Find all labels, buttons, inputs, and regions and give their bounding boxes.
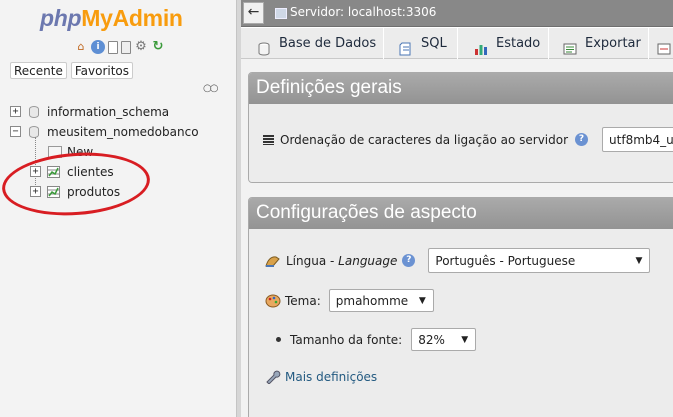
- more-settings-row: Mais definições: [265, 370, 377, 385]
- database-icon: [29, 106, 39, 118]
- nav-tabs: Recente Favoritos: [10, 62, 134, 79]
- help-icon[interactable]: ?: [402, 254, 416, 267]
- wrench-icon: [265, 370, 281, 385]
- language-label: Língua: [286, 253, 327, 268]
- tree-item-information-schema[interactable]: + information_schema: [8, 102, 236, 122]
- tab-label: Exportar: [585, 36, 641, 51]
- server-breadcrumb[interactable]: Servidor: localhost:3306: [290, 5, 436, 19]
- language-select[interactable]: Português - Portuguese ▼: [428, 248, 651, 273]
- tree-item-clientes[interactable]: + clientes: [8, 162, 236, 182]
- tab-label: Estado: [496, 36, 541, 51]
- panel-title: Definições gerais: [249, 73, 673, 104]
- main-content: Definições gerais Ordenação de caractere…: [241, 59, 673, 417]
- appearance-settings-panel: Configurações de aspecto Língua - Langua…: [248, 197, 673, 417]
- collation-select[interactable]: utf8mb4_u: [602, 127, 673, 152]
- font-size-row: Tamanho da fonte: 82% ▼: [273, 328, 477, 351]
- sql-icon: [399, 37, 413, 55]
- language-row: Língua - Language ? Português - Portugue…: [265, 248, 651, 273]
- language-icon: [265, 254, 281, 268]
- collapse-nav-button[interactable]: ←: [243, 2, 264, 24]
- panel-title: Configurações de aspecto: [249, 198, 673, 229]
- tree-item-label[interactable]: meusitem_nomedobanco: [47, 122, 199, 142]
- link-chain-icon[interactable]: ○○: [203, 83, 219, 94]
- tree-item-meusitem-nomedobanco[interactable]: − meusitem_nomedobanco: [8, 122, 236, 142]
- nav-icon-bar: ⌂ i ⚙ ↻: [74, 40, 165, 54]
- more-settings-link[interactable]: Mais definições: [285, 370, 377, 384]
- font-size-label: Tamanho da fonte:: [290, 332, 403, 347]
- settings-gear-icon[interactable]: ⚙: [134, 40, 148, 54]
- table-icon: [47, 186, 60, 198]
- main-menu: Base de Dados SQL Estado Exportar: [241, 28, 673, 59]
- reload-icon[interactable]: ↻: [151, 40, 165, 54]
- status-chart-icon: [474, 37, 488, 55]
- list-icon: [263, 134, 274, 145]
- expand-plus-icon[interactable]: +: [30, 186, 41, 197]
- tab-more[interactable]: [649, 28, 673, 59]
- info-icon[interactable]: i: [91, 40, 105, 54]
- database-icon: [29, 126, 39, 138]
- tab-sql[interactable]: SQL: [384, 28, 458, 59]
- table-icon: [47, 166, 60, 178]
- home-icon[interactable]: ⌂: [74, 40, 88, 54]
- bullet: [276, 337, 281, 342]
- tab-favorites[interactable]: Favoritos: [70, 62, 134, 79]
- tree-item-label[interactable]: produtos: [67, 182, 120, 202]
- database-tree: + information_schema − meusitem_nomedoba…: [8, 102, 236, 202]
- sql-docs-icon[interactable]: [121, 40, 131, 54]
- tree-item-label[interactable]: New: [67, 142, 93, 162]
- tab-label: SQL: [421, 36, 447, 51]
- collapse-minus-icon[interactable]: −: [10, 126, 21, 137]
- collation-label: Ordenação de caracteres da ligação ao se…: [280, 132, 569, 147]
- tab-databases[interactable]: Base de Dados: [241, 28, 384, 59]
- tree-item-new[interactable]: New: [8, 137, 236, 191]
- theme-label: Tema:: [285, 293, 321, 308]
- theme-palette-icon: [265, 294, 281, 308]
- navigation-panel: phpMyAdmin ⌂ i ⚙ ↻ Recente Favoritos ○○ …: [0, 0, 236, 417]
- import-icon: [657, 37, 671, 54]
- collation-row: Ordenação de caracteres da ligação ao se…: [263, 127, 673, 152]
- server-icon: [275, 8, 287, 19]
- tree-item-produtos[interactable]: + produtos: [8, 182, 236, 202]
- server-breadcrumb-bar: ← Servidor: localhost:3306: [241, 0, 673, 27]
- docs-icon[interactable]: [108, 40, 118, 54]
- new-table-icon: [48, 146, 62, 158]
- database-icon: [257, 37, 271, 55]
- tree-item-label[interactable]: information_schema: [47, 102, 169, 122]
- language-label-en: Language: [338, 253, 398, 268]
- language-value: Português - Portuguese: [435, 253, 576, 268]
- dropdown-arrow-icon: ▼: [418, 295, 426, 306]
- tab-label: Base de Dados: [279, 36, 377, 51]
- expand-plus-icon[interactable]: +: [10, 106, 21, 117]
- dropdown-arrow-icon: ▼: [461, 334, 469, 345]
- language-label-separator: -: [326, 253, 339, 268]
- expand-plus-icon[interactable]: +: [30, 166, 41, 177]
- font-size-value: 82%: [418, 332, 445, 347]
- tab-export[interactable]: Exportar: [549, 28, 649, 59]
- tab-recent[interactable]: Recente: [10, 62, 67, 79]
- dropdown-arrow-icon: ▼: [635, 255, 643, 266]
- theme-value: pmahomme: [335, 293, 409, 308]
- theme-select[interactable]: pmahomme ▼: [328, 289, 434, 312]
- phpmyadmin-logo[interactable]: phpMyAdmin: [40, 5, 183, 32]
- export-icon: [563, 37, 577, 54]
- tab-status[interactable]: Estado: [458, 28, 549, 59]
- general-settings-panel: Definições gerais Ordenação de caractere…: [248, 72, 673, 183]
- font-size-select[interactable]: 82% ▼: [411, 328, 477, 351]
- tree-item-label[interactable]: clientes: [67, 162, 114, 182]
- help-icon[interactable]: ?: [575, 133, 589, 146]
- theme-row: Tema: pmahomme ▼: [265, 289, 434, 312]
